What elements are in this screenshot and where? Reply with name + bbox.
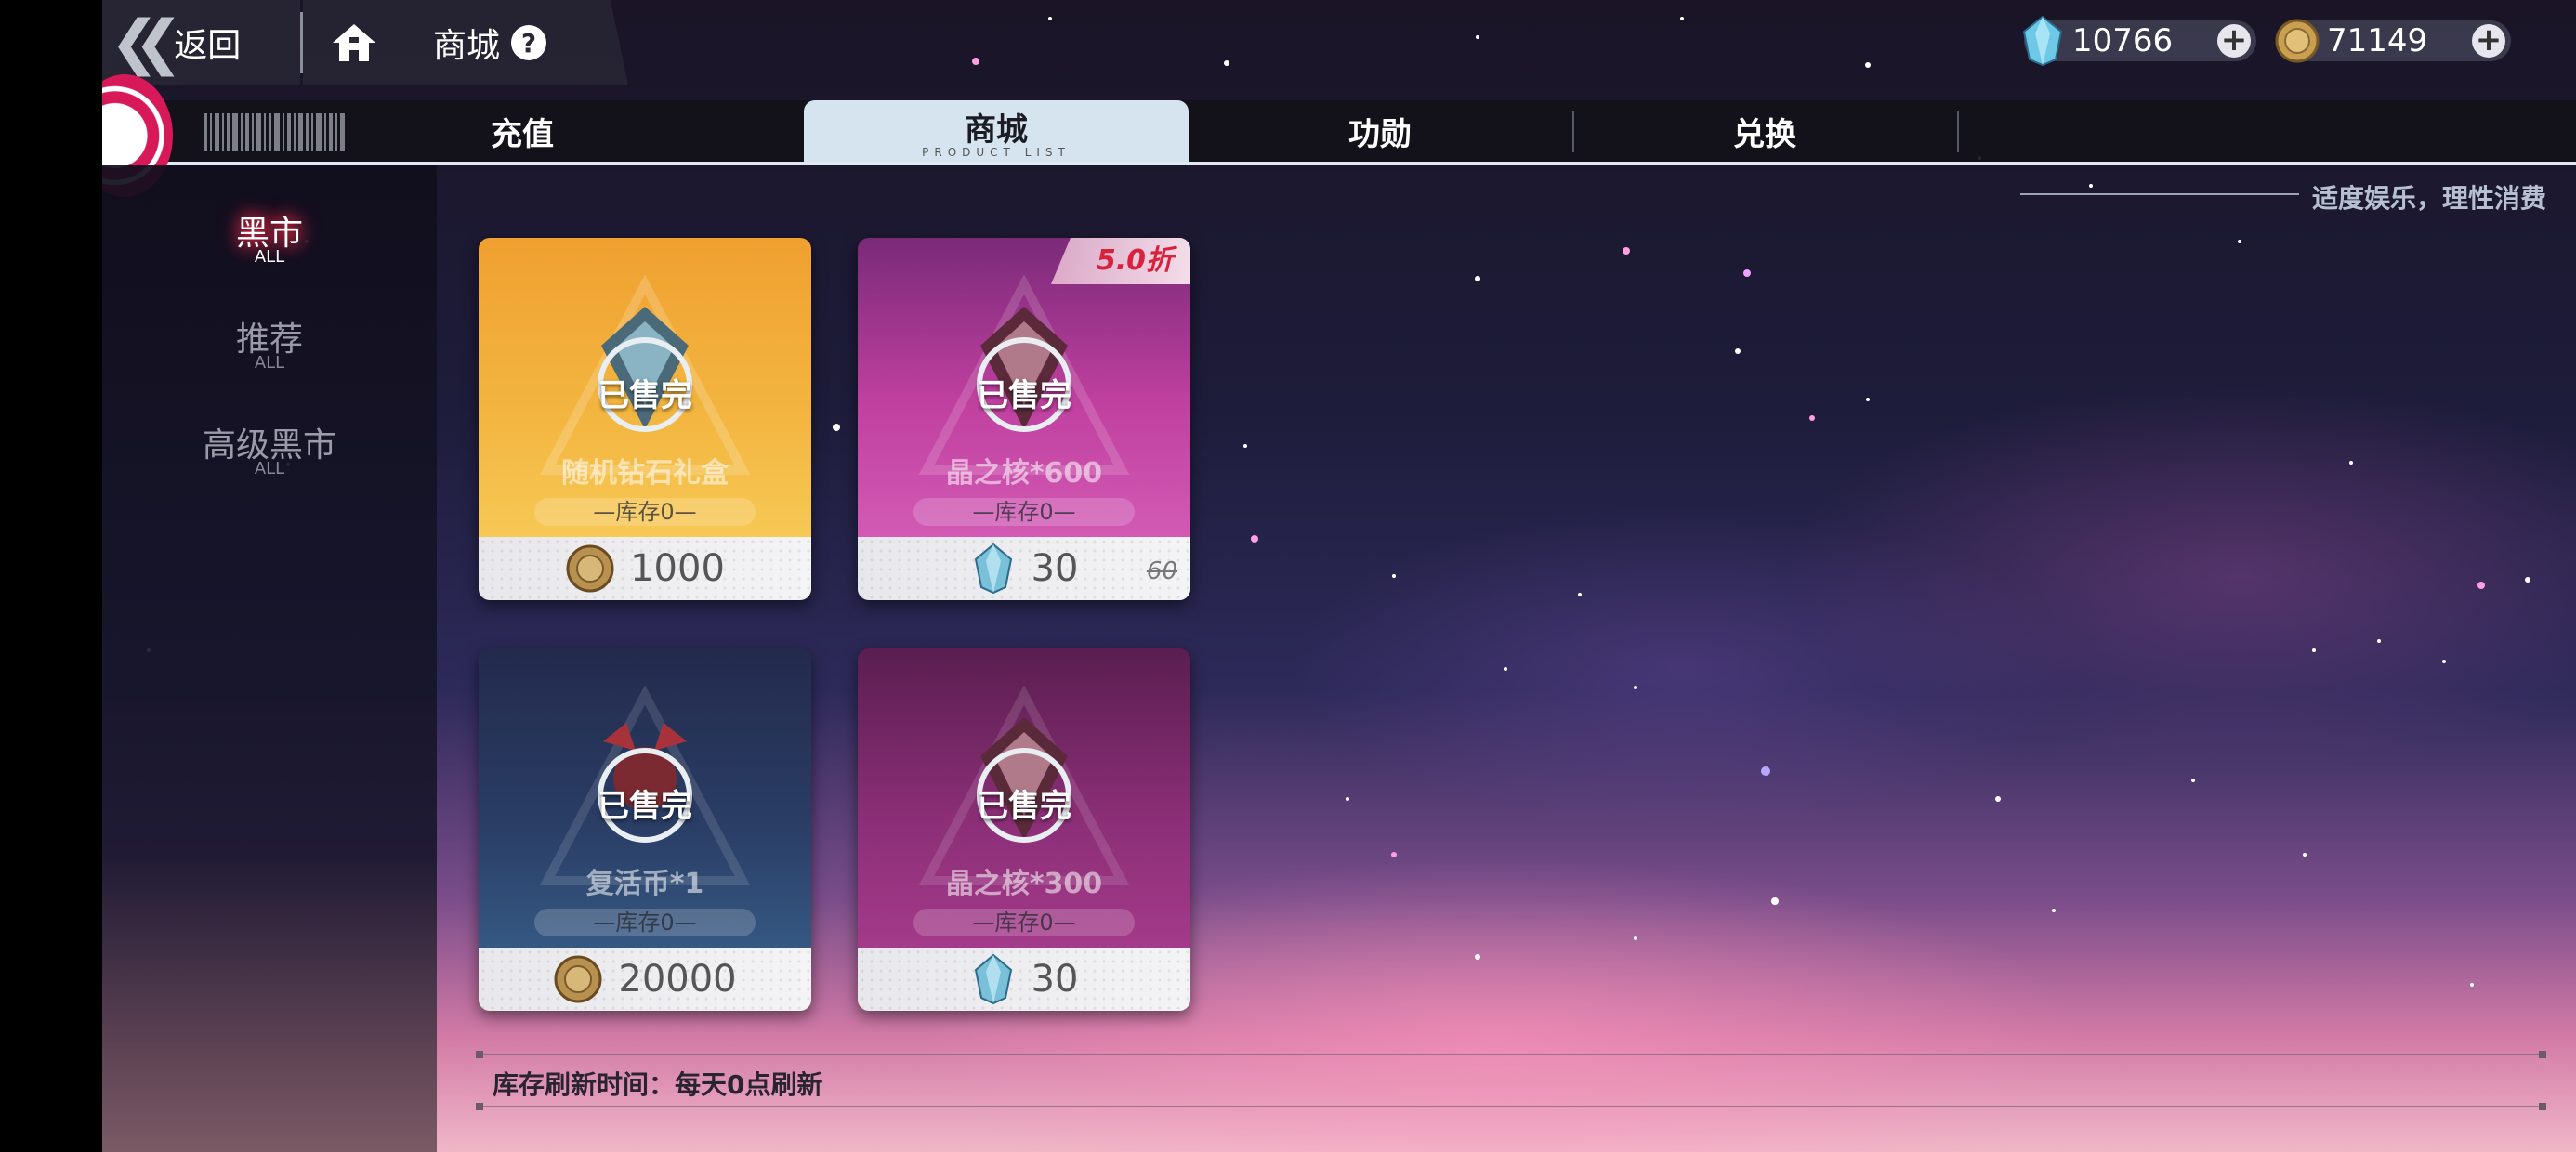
price-value: 20000 [618, 958, 737, 1001]
coin-icon [2275, 19, 2320, 63]
tab-shop[interactable]: 商城 PRODUCT LIST [804, 100, 1189, 162]
crystal-icon [974, 953, 1012, 1005]
shop-screen: ❮❮ 返回 商城 ? 10766 + 71149 + 充值 商城 PRODUCT… [102, 0, 2576, 1152]
product-card-crystal-300[interactable]: 已售完 晶之核*300 —库存0— 30 [858, 648, 1190, 1011]
crystal-icon [2022, 15, 2063, 67]
price-value: 30 [1031, 547, 1079, 590]
starfield-background [147, 17, 2530, 987]
product-name: 晶之核*600 [945, 457, 1103, 490]
sidebar-item-sublabel: ALL [254, 353, 285, 373]
price-value: 1000 [630, 547, 725, 590]
stock-label: —库存0— [534, 909, 756, 936]
back-button[interactable]: ❮❮ 返回 [102, 0, 300, 85]
crystal-icon [974, 543, 1012, 595]
product-card-diamond-box[interactable]: 已售完 随机钻石礼盒 —库存0— 1000 [479, 238, 811, 600]
stock-label: —库存0— [913, 909, 1135, 936]
tab-merit-label: 功勋 [1348, 115, 1412, 153]
divider-dot [476, 1051, 483, 1058]
add-coin-plus-icon[interactable]: + [2472, 24, 2505, 58]
barcode-decoration [204, 113, 345, 151]
stock-label: —库存0— [913, 498, 1135, 526]
sidebar-item-sublabel: ALL [254, 247, 285, 267]
sold-out-label: 已售完 [598, 377, 692, 414]
home-icon [333, 24, 375, 61]
crystal-amount: 10766 [2072, 22, 2174, 59]
sidebar-item-sublabel: ALL [254, 459, 285, 478]
product-card-crystal-600[interactable]: 5.0折 已售完 晶之核*600 —库存0— 30 60 [858, 238, 1190, 600]
price-value: 30 [1031, 958, 1079, 1001]
coin-icon [566, 544, 614, 593]
crystal-currency: 10766 + [2022, 15, 2256, 67]
add-crystal-plus-icon[interactable]: + [2217, 24, 2251, 58]
product-name: 复活币*1 [585, 868, 704, 900]
tab-recharge-label: 充值 [491, 115, 554, 153]
shop-title-button[interactable]: 商城 ? [405, 0, 628, 85]
sold-out-label: 已售完 [598, 788, 692, 825]
tab-exchange[interactable]: 兑换 [1572, 100, 1957, 162]
moderation-notice: 适度娱乐，理性消费 [2312, 183, 2547, 214]
product-card-revive-coin[interactable]: 已售完 复活币*1 —库存0— 20000 [479, 648, 811, 1011]
home-button[interactable] [303, 0, 405, 85]
motto-line [2020, 193, 2299, 195]
price-bar: 1000 [479, 537, 811, 600]
coin-currency: 71149 + [2275, 19, 2511, 63]
product-name: 晶之核*300 [945, 868, 1103, 900]
refresh-divider-bottom [480, 1106, 2543, 1107]
price-bar: 30 60 [858, 537, 1190, 600]
discount-badge: 5.0折 [1051, 238, 1190, 284]
product-name: 随机钻石礼盒 [561, 457, 729, 490]
back-chevron-icon: ❮❮ [110, 8, 183, 77]
tab-shop-label: 商城 [965, 111, 1028, 149]
tab-separator [1957, 111, 1959, 152]
shop-title-label: 商城 [433, 27, 501, 65]
divider-dot [2539, 1051, 2546, 1058]
tab-merit[interactable]: 功勋 [1188, 100, 1572, 162]
price-bar: 30 [858, 948, 1190, 1011]
help-icon[interactable]: ? [511, 25, 547, 60]
shop-tab-bar: 充值 商城 PRODUCT LIST 功勋 兑换 [102, 100, 2576, 165]
tab-exchange-label: 兑换 [1733, 115, 1796, 153]
coin-icon [554, 955, 602, 1003]
sidebar-item-recommended[interactable]: 推荐 ALL [102, 312, 437, 373]
sidebar-item-black-market[interactable]: 黑市 ALL [102, 206, 437, 267]
category-sidebar: 黑市 ALL 推荐 ALL 高级黑市 ALL [102, 165, 437, 1152]
top-navigation: ❮❮ 返回 商城 ? [102, 0, 628, 85]
sold-out-label: 已售完 [977, 788, 1071, 825]
back-label: 返回 [174, 27, 242, 65]
stock-refresh-note: 库存刷新时间：每天0点刷新 [493, 1069, 823, 1100]
tab-recharge[interactable]: 充值 [330, 100, 715, 162]
stock-label: —库存0— [534, 498, 756, 526]
sold-out-label: 已售完 [977, 377, 1071, 414]
divider-dot [2539, 1103, 2546, 1110]
divider-dot [476, 1103, 483, 1110]
refresh-divider-top [480, 1054, 2543, 1055]
sidebar-item-premium-black-market[interactable]: 高级黑市 ALL [102, 418, 437, 478]
original-price: 60 [1146, 557, 1177, 585]
tab-shop-sublabel: PRODUCT LIST [922, 145, 1071, 159]
coin-amount: 71149 [2327, 22, 2428, 59]
price-bar: 20000 [479, 948, 811, 1011]
